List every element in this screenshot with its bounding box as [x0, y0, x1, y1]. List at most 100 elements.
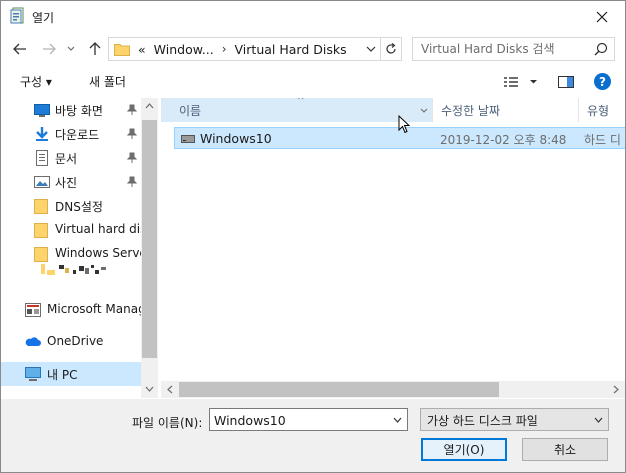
sidebar-item-label: Windows Server: [55, 246, 141, 260]
chevron-down-icon[interactable]: [145, 386, 154, 392]
sidebar-item-label: 내 PC: [47, 368, 78, 382]
sidebar-item-pictures[interactable]: 사진: [1, 170, 141, 194]
filename-dropdown[interactable]: [391, 413, 403, 427]
back-button[interactable]: [10, 38, 30, 60]
folder-icon: [34, 247, 48, 262]
address-history-dropdown[interactable]: [363, 40, 379, 58]
scroll-left-button[interactable]: [163, 383, 177, 396]
help-button[interactable]: ?: [594, 73, 611, 90]
scrollbar-thumb[interactable]: [179, 382, 499, 397]
forward-button[interactable]: [39, 38, 59, 60]
breadcrumb-windows[interactable]: Window...: [154, 42, 214, 57]
column-header: 이름 ^ 수정한 날짜 유형: [161, 98, 625, 122]
file-list-horizontal-scrollbar[interactable]: [161, 381, 625, 398]
close-button[interactable]: [579, 1, 625, 32]
file-name: Windows10: [200, 131, 272, 146]
filetype-value: 가상 하드 디스크 파일: [427, 414, 538, 428]
breadcrumb-separator[interactable]: ›: [222, 42, 227, 56]
pictures-icon: [34, 176, 50, 188]
view-options-icon: [504, 77, 537, 87]
mouse-cursor-icon: [398, 115, 410, 134]
redacted-item: [39, 264, 119, 276]
preview-pane-icon: [558, 76, 574, 88]
column-name-dropdown[interactable]: [418, 103, 430, 117]
breadcrumb-virtual-hard-disks[interactable]: Virtual Hard Disks: [235, 42, 347, 57]
sidebar-item-downloads[interactable]: 다운로드: [1, 122, 141, 146]
search-icon[interactable]: [594, 42, 608, 56]
address-overflow[interactable]: «: [138, 42, 146, 57]
open-file-dialog-icon: [10, 7, 24, 24]
column-name-label: 이름: [179, 103, 202, 118]
open-button[interactable]: 열기(O): [421, 438, 507, 461]
sidebar-item-dns[interactable]: DNS설정: [1, 194, 141, 218]
chevron-left-icon: [167, 385, 173, 394]
sidebar-item-microsoft-management[interactable]: Microsoft Manage: [1, 298, 141, 322]
search-box[interactable]: [412, 37, 615, 61]
filename-label: 파일 이름(N):: [132, 416, 203, 430]
sidebar-item-label: Virtual hard disk: [55, 222, 141, 236]
desktop-icon: [34, 104, 50, 117]
column-name[interactable]: 이름 ^: [161, 98, 433, 122]
command-bar: 구성 ▾ 새 폴더 ?: [1, 66, 625, 98]
pin-icon[interactable]: [127, 128, 137, 140]
chevron-down-icon: [420, 108, 428, 113]
download-icon: [36, 127, 48, 141]
window-title: 열기: [32, 11, 55, 25]
search-input[interactable]: [421, 41, 591, 57]
sidebar-item-this-pc[interactable]: 내 PC: [1, 362, 141, 386]
up-button[interactable]: [85, 38, 105, 60]
microsoft-management-icon: [25, 303, 41, 317]
sidebar-item-label: 문서: [55, 152, 78, 166]
filename-input[interactable]: [214, 412, 382, 428]
preview-pane-button[interactable]: [558, 75, 575, 89]
filetype-select[interactable]: 가상 하드 디스크 파일: [420, 408, 609, 431]
navigation-pane: 바탕 화면 다운로드 문서 사진 DNS설정 Virtual hard di W…: [1, 98, 158, 398]
cancel-button[interactable]: 취소: [522, 438, 608, 461]
sidebar-item-label: 사진: [55, 176, 78, 190]
sidebar-item-desktop[interactable]: 바탕 화면: [1, 98, 141, 122]
sidebar-item-label: OneDrive: [47, 334, 104, 348]
sidebar-item-label: DNS설정: [55, 200, 103, 214]
column-date-modified[interactable]: 수정한 날짜: [432, 98, 578, 122]
sidebar-item-label: Microsoft Manage: [47, 302, 141, 316]
dialog-footer: 파일 이름(N): 가상 하드 디스크 파일 열기(O) 취소: [1, 399, 625, 472]
chevron-right-icon: [613, 385, 619, 394]
filename-combobox[interactable]: [209, 408, 408, 431]
folder-icon: [34, 199, 48, 214]
refresh-icon: [386, 43, 396, 54]
pin-icon[interactable]: [127, 176, 137, 188]
chevron-down-icon: [366, 46, 376, 52]
sidebar-scrollbar-thumb[interactable]: [142, 120, 157, 358]
column-date-label: 수정한 날짜: [441, 103, 501, 118]
new-folder-button[interactable]: 새 폴더: [89, 73, 126, 90]
arrow-right-icon: [43, 43, 56, 55]
column-type-label: 유형: [587, 103, 610, 118]
file-type: 하드 디: [584, 133, 621, 147]
chevron-up-icon[interactable]: [145, 103, 154, 109]
hard-disk-icon: [181, 135, 195, 143]
refresh-button[interactable]: [380, 38, 401, 60]
sidebar-item-windows-server[interactable]: Windows Server: [1, 242, 141, 266]
chevron-down-icon: [594, 417, 602, 423]
organize-button[interactable]: 구성 ▾: [20, 73, 52, 90]
sidebar-item-documents[interactable]: 문서: [1, 146, 141, 170]
folder-icon: [114, 43, 130, 56]
sidebar-scrollbar[interactable]: [141, 98, 158, 398]
file-list: 이름 ^ 수정한 날짜 유형 Windows10 2019-12-02 오후 8…: [161, 98, 625, 398]
pin-icon[interactable]: [127, 104, 137, 116]
pin-icon[interactable]: [127, 152, 137, 164]
address-bar[interactable]: « Window... › Virtual Hard Disks: [108, 37, 402, 61]
filetype-dropdown[interactable]: [592, 413, 604, 427]
sidebar-item-label: 다운로드: [55, 128, 100, 142]
column-type[interactable]: 유형: [578, 98, 625, 122]
recent-locations-button[interactable]: [64, 38, 78, 60]
sidebar-item-virtual-hard-disks[interactable]: Virtual hard disk: [1, 218, 141, 242]
scroll-right-button[interactable]: [609, 383, 623, 396]
chevron-down-icon: [67, 46, 75, 51]
close-icon: [596, 11, 608, 22]
sidebar-item-onedrive[interactable]: OneDrive: [1, 330, 141, 354]
cloud-icon: [25, 337, 41, 346]
sort-ascending-icon: ^: [297, 98, 305, 106]
view-options-button[interactable]: [503, 75, 539, 89]
help-icon: ?: [599, 74, 606, 89]
